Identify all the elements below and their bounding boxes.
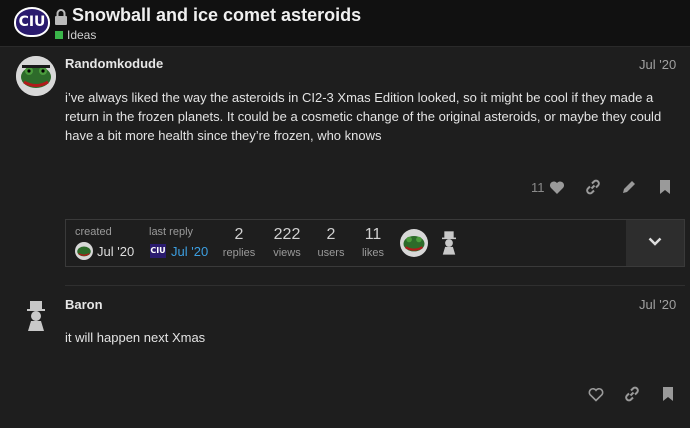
frog-avatar-icon [77, 246, 91, 257]
users-count: 2 [326, 226, 336, 243]
site-logo[interactable]: CIU [14, 7, 50, 37]
category-badge[interactable]: Ideas [55, 28, 96, 42]
topic-map: created Jul '20 last reply CIU Jul '20 2… [65, 219, 685, 267]
replies-count: 2 [234, 226, 244, 243]
heart-icon[interactable] [549, 180, 565, 195]
last-reply-label: last reply [149, 226, 194, 238]
post-body: it will happen next Xmas [65, 330, 206, 345]
replies-label: replies [222, 247, 256, 259]
chevron-down-icon [648, 237, 662, 246]
views-label: views [273, 247, 301, 259]
post-username[interactable]: Randomkodude [65, 56, 163, 71]
bookmark-icon[interactable] [660, 386, 676, 402]
post-username[interactable]: Baron [65, 297, 103, 312]
frog-avatar-icon [403, 236, 425, 252]
likes-label: likes [361, 247, 384, 259]
created-date[interactable]: Jul '20 [97, 244, 134, 259]
like-count[interactable]: 11 [531, 180, 545, 195]
post-body: i’ve always liked the way the asteroids … [65, 90, 662, 143]
created-label: created [75, 226, 112, 238]
avatar[interactable] [16, 56, 56, 96]
lock-icon [55, 9, 67, 25]
creator-avatar[interactable] [75, 242, 93, 260]
top-hat-figure-icon [27, 301, 45, 331]
link-icon[interactable] [624, 386, 640, 402]
top-hat-figure-icon [442, 231, 456, 255]
participant-avatar[interactable] [400, 229, 428, 257]
post-date[interactable]: Jul '20 [639, 297, 676, 312]
category-name: Ideas [67, 28, 97, 42]
participant-avatar[interactable] [435, 229, 463, 257]
last-reply-avatar[interactable]: CIU [150, 244, 166, 258]
post-divider [65, 285, 685, 286]
bookmark-icon[interactable] [657, 179, 673, 195]
views-count: 222 [273, 226, 301, 243]
post-actions: 11 [531, 179, 673, 195]
post-date[interactable]: Jul '20 [639, 57, 676, 72]
avatar[interactable] [18, 298, 54, 334]
expand-topic-map-button[interactable] [626, 220, 684, 266]
topic-header: CIU Snowball and ice comet asteroids Ide… [0, 0, 690, 47]
topic-title[interactable]: Snowball and ice comet asteroids [72, 5, 361, 26]
last-reply-date[interactable]: Jul '20 [171, 244, 208, 259]
post-actions [568, 386, 676, 402]
frog-avatar-icon [16, 56, 56, 96]
likes-count: 11 [364, 226, 382, 243]
users-label: users [317, 247, 345, 259]
link-icon[interactable] [585, 179, 601, 195]
edit-pencil-icon[interactable] [621, 179, 637, 195]
category-color-square [55, 31, 63, 39]
heart-outline-icon[interactable] [588, 387, 604, 402]
